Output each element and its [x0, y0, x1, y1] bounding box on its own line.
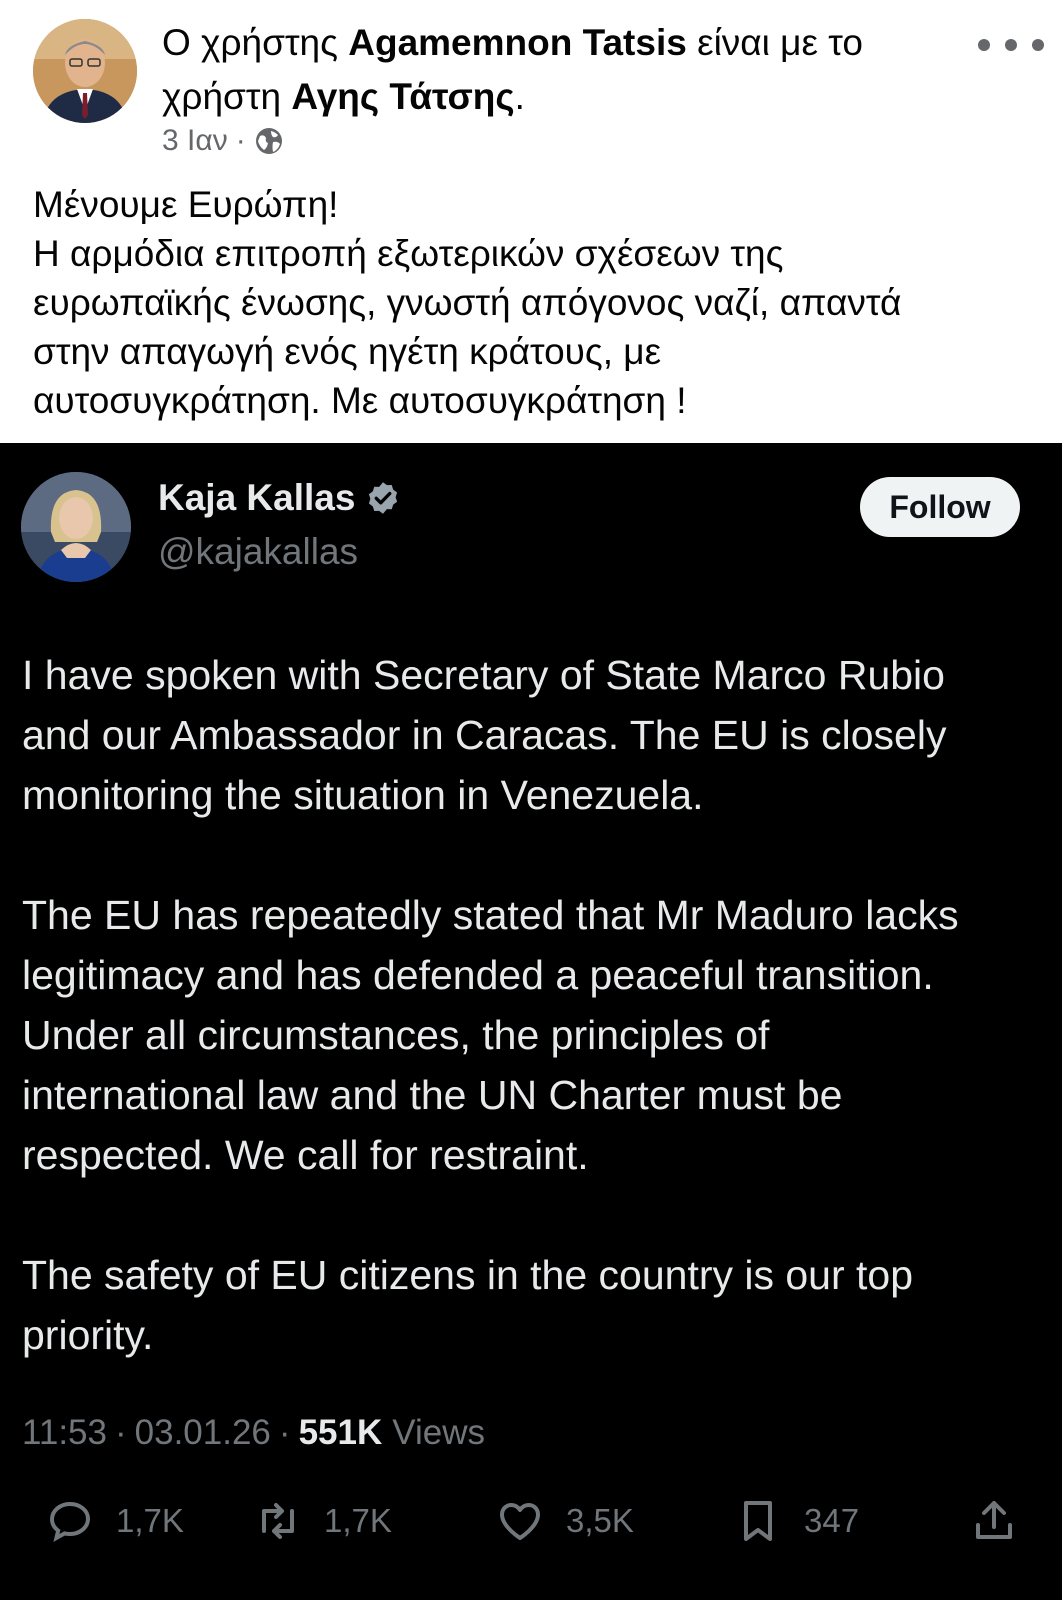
tweet-text-line: legitimacy and has defended a peaceful t… — [22, 952, 934, 998]
retweet-icon — [262, 1503, 294, 1539]
author-avatar-image — [33, 19, 137, 123]
tweet-time[interactable]: 11:53 — [22, 1413, 107, 1453]
globe-icon[interactable] — [254, 126, 284, 156]
post-text: Μένουμε Ευρώπη! Η αρμόδια επιτροπή εξωτε… — [33, 180, 1033, 425]
post-text-line: στην απαγωγή ενός ηγέτη κράτους, με — [33, 331, 662, 372]
tweet-date[interactable]: 03.01.26 — [135, 1413, 271, 1453]
views-count: 551K — [298, 1413, 383, 1452]
tweet-author-name[interactable]: Kaja Kallas — [158, 477, 401, 519]
share-icon — [976, 1501, 1012, 1539]
post-text-line: Η αρμόδια επιτροπή εξωτερικών σχέσεων τη… — [33, 233, 784, 274]
meta-separator: · — [235, 124, 246, 157]
tweet-text-line: international law and the UN Charter mus… — [22, 1072, 843, 1118]
bookmark-button[interactable]: 347 — [734, 1497, 859, 1545]
bookmark-icon — [744, 1501, 772, 1541]
header-prefix: Ο χρήστης — [162, 22, 349, 63]
tweet-text-line: The EU has repeatedly stated that Mr Mad… — [22, 892, 959, 938]
tweet-author-handle[interactable]: @kajakallas — [158, 531, 358, 573]
tweet-text-line: priority. — [22, 1312, 154, 1358]
more-dot — [1005, 39, 1017, 51]
reply-count: 1,7K — [116, 1502, 184, 1539]
bookmark-count: 347 — [804, 1502, 860, 1539]
heart-icon — [500, 1503, 540, 1540]
author-avatar[interactable] — [33, 19, 137, 123]
reply-icon — [49, 1501, 91, 1542]
tweet-text-line: respected. We call for restraint. — [22, 1132, 589, 1178]
post-text-line: Μένουμε Ευρώπη! — [33, 184, 339, 225]
tagged-user-link[interactable]: Αγης Τάτσης — [291, 76, 514, 117]
post-header: Ο χρήστης Agamemnon Tatsis είναι με το χ… — [162, 16, 952, 124]
meta-separator: · — [115, 1413, 127, 1452]
views-label: Views — [392, 1413, 485, 1452]
like-button[interactable]: 3,5K — [496, 1497, 634, 1545]
share-button[interactable] — [970, 1497, 1018, 1545]
verified-badge-icon — [369, 482, 398, 514]
author-name-link[interactable]: Agamemnon Tatsis — [348, 22, 687, 63]
meta-separator: · — [278, 1413, 291, 1452]
tweet-paragraph: I have spoken with Secretary of State Ma… — [22, 645, 1052, 825]
tweet-author-name-text: Kaja Kallas — [158, 477, 356, 518]
tweet-card: Kaja Kallas @kajakallas Follow I have sp… — [0, 443, 1062, 1600]
retweet-count: 1,7K — [324, 1502, 392, 1539]
reply-button[interactable]: 1,7K — [46, 1497, 184, 1545]
more-options-icon[interactable] — [978, 34, 1044, 56]
post-text-line: ευρωπαϊκής ένωσης, γνωστή απόγονος ναζί,… — [33, 282, 902, 323]
tweet-actions-bar: 1,7K 1,7K 3,5K 347 — [0, 1483, 1062, 1563]
retweet-button[interactable]: 1,7K — [254, 1497, 392, 1545]
tweet-avatar-image — [21, 472, 131, 582]
header-suffix: . — [514, 76, 525, 117]
post-meta: 3 Ιαν · — [162, 123, 284, 159]
tweet-text-line: Under all circumstances, the principles … — [22, 1012, 770, 1058]
tweet-paragraph: The safety of EU citizens in the country… — [22, 1245, 1052, 1365]
tweet-meta: 11:53 · 03.01.26 · 551K Views — [22, 1413, 485, 1453]
more-dot — [1032, 39, 1044, 51]
header-middle: είναι με το — [686, 22, 863, 63]
more-dot — [978, 39, 990, 51]
tweet-text-line: The safety of EU citizens in the country… — [22, 1252, 914, 1298]
follow-button[interactable]: Follow — [860, 477, 1020, 537]
tweet-text-line: and our Ambassador in Caracas. The EU is… — [22, 712, 947, 758]
tweet-paragraph: The EU has repeatedly stated that Mr Mad… — [22, 885, 1052, 1185]
like-count: 3,5K — [566, 1502, 634, 1539]
tweet-author-avatar[interactable] — [21, 472, 131, 582]
facebook-post: Ο χρήστης Agamemnon Tatsis είναι με το χ… — [0, 0, 1062, 443]
post-date-link[interactable]: 3 Ιαν — [162, 124, 228, 158]
header-line2-prefix: χρήστη — [162, 76, 292, 117]
post-text-line: αυτοσυγκράτηση. Με αυτοσυγκράτηση ! — [33, 380, 687, 421]
tweet-text-line: monitoring the situation in Venezuela. — [22, 772, 704, 818]
tweet-text: I have spoken with Secretary of State Ma… — [22, 645, 1052, 1365]
tweet-text-line: I have spoken with Secretary of State Ma… — [22, 652, 945, 698]
